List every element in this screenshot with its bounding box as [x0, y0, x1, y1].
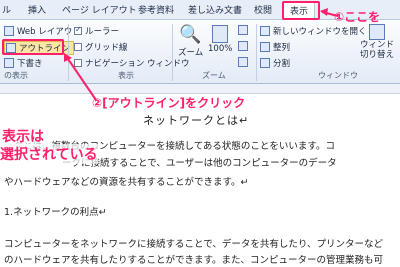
step2-annotation: ②[アウトライン]をクリック: [92, 96, 246, 110]
note-annotation-line1: 表示は: [2, 126, 44, 146]
arrowhead-step1: [320, 8, 328, 16]
step1-annotation: ①ここを: [334, 10, 381, 24]
note-annotation-line2: 選択されている: [0, 144, 98, 164]
annotation-arrows: [64, 8, 339, 101]
